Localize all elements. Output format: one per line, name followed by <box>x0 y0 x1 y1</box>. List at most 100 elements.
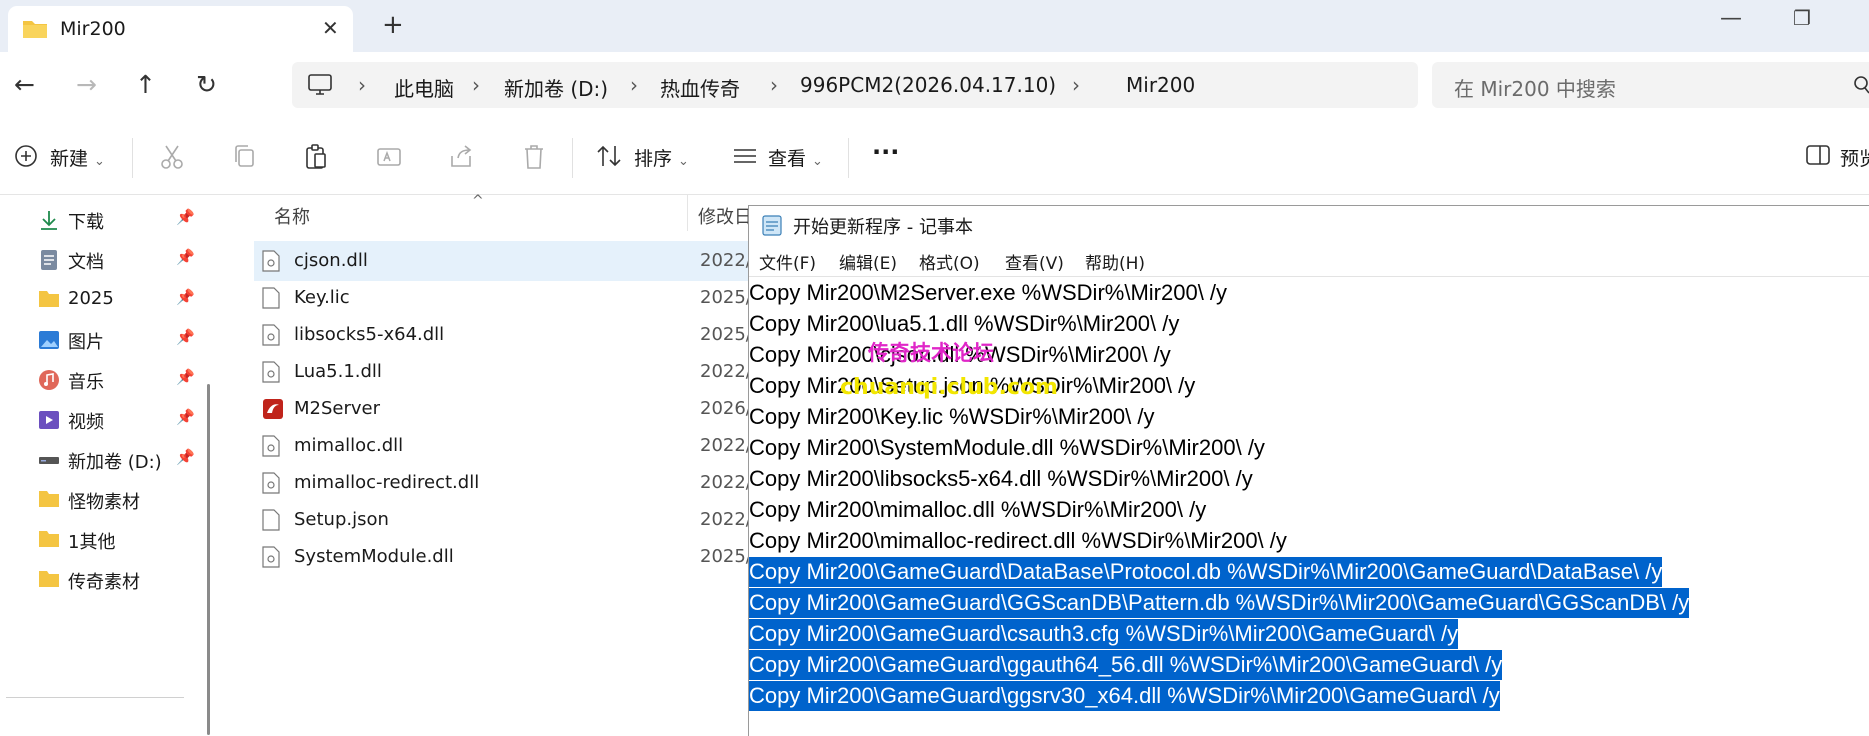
column-divider[interactable] <box>687 195 688 231</box>
notepad-title-bar[interactable]: 开始更新程序 - 记事本 <box>749 206 1869 242</box>
column-header-date[interactable]: 修改日 <box>698 203 752 229</box>
menu-edit[interactable]: 编辑(E) <box>839 249 897 274</box>
sidebar-item-label: 音乐 <box>68 372 104 393</box>
file-name: Lua5.1.dll <box>294 361 382 382</box>
text-line: Copy Mir200\mimalloc-redirect.dll %WSDir… <box>749 528 1287 553</box>
view-icon <box>732 144 758 172</box>
sidebar-item-label: 下载 <box>68 212 104 233</box>
breadcrumb-996pcm2[interactable]: 996PCM2(2026.04.17.10) <box>800 73 1056 97</box>
paste-icon[interactable] <box>304 144 328 174</box>
dll-file-icon <box>262 250 280 276</box>
minimize-button[interactable]: — <box>1720 6 1742 31</box>
dll-file-icon <box>262 546 280 572</box>
preview-button[interactable]: 预览 <box>1840 144 1869 171</box>
sidebar-item-drive-d[interactable]: 新加卷 (D:) 📌 <box>38 443 198 479</box>
sidebar-item-music[interactable]: 音乐 📌 <box>38 363 198 399</box>
address-row: ← → ↑ ↻ › 此电脑 › 新加卷 (D:) › 热血传奇 › 996PCM… <box>0 52 1869 120</box>
file-name: Setup.json <box>294 509 389 530</box>
file-row[interactable]: cjson.dll 2022/ <box>254 241 764 281</box>
sidebar-scrollbar[interactable] <box>207 384 210 735</box>
dll-file-icon <box>262 361 280 387</box>
divider <box>6 697 184 698</box>
breadcrumb-drive[interactable]: 新加卷 (D:) <box>504 73 608 102</box>
menu-view[interactable]: 查看(V) <box>1005 249 1064 274</box>
chevron-down-icon: ⌄ <box>678 154 689 169</box>
sidebar-item-downloads[interactable]: 下载 📌 <box>38 203 198 239</box>
divider <box>132 138 133 178</box>
preview-pane-icon <box>1806 144 1830 170</box>
file-row[interactable]: Setup.json 2022/ <box>254 500 764 540</box>
sidebar-item-label: 怪物素材 <box>68 492 140 513</box>
chevron-down-icon: ⌄ <box>812 154 823 169</box>
text-line: Copy Mir200\lua5.1.dll %WSDir%\Mir200\ /… <box>749 311 1180 336</box>
blank-file-icon <box>262 287 280 313</box>
sort-button[interactable]: 排序 ⌄ <box>634 144 689 171</box>
file-date: 2022/ <box>700 361 752 382</box>
refresh-button[interactable]: ↻ <box>196 70 217 99</box>
sidebar-item-pictures[interactable]: 图片 📌 <box>38 323 198 359</box>
selected-text-line: Copy Mir200\GameGuard\ggauth64_56.dll %W… <box>749 650 1503 680</box>
back-button[interactable]: ← <box>14 70 35 99</box>
rename-icon[interactable] <box>376 144 402 174</box>
file-row[interactable]: mimalloc.dll 2022/ <box>254 426 764 466</box>
selected-text-line: Copy Mir200\GameGuard\csauth3.cfg %WSDir… <box>749 619 1459 649</box>
sidebar-item-other[interactable]: 1其他 <box>38 523 198 559</box>
breadcrumb-separator: › <box>472 73 480 97</box>
sidebar-item-monster-assets[interactable]: 怪物素材 <box>38 483 198 519</box>
tab-title: Mir200 <box>60 18 126 40</box>
pin-icon: 📌 <box>176 368 195 386</box>
menu-help[interactable]: 帮助(H) <box>1085 249 1145 274</box>
command-bar: 新建 ⌄ 排序 ⌄ 查看 ⌄ ··· 预览 <box>0 120 1869 195</box>
new-tab-button[interactable]: + <box>382 10 404 40</box>
search-icon[interactable] <box>1853 74 1869 100</box>
search-input[interactable]: 在 Mir200 中搜索 <box>1432 62 1869 108</box>
breadcrumb-separator: › <box>358 73 366 97</box>
divider <box>848 138 849 178</box>
file-name: SystemModule.dll <box>294 546 454 567</box>
watermark-url: chuanqi.club.com <box>840 375 1058 400</box>
breadcrumb-separator: › <box>1072 73 1080 97</box>
chevron-down-icon: ⌄ <box>94 154 105 169</box>
file-date: 2022/ <box>700 472 752 493</box>
copy-icon[interactable] <box>232 144 256 174</box>
new-button[interactable]: 新建 ⌄ <box>50 144 105 171</box>
picture-icon <box>38 329 60 355</box>
file-row[interactable]: SystemModule.dll 2025/ <box>254 537 764 577</box>
menu-file[interactable]: 文件(F) <box>759 249 816 274</box>
breadcrumb-mir200[interactable]: Mir200 <box>1126 73 1195 97</box>
up-button[interactable]: ↑ <box>135 70 156 99</box>
sidebar-item-videos[interactable]: 视频 📌 <box>38 403 198 439</box>
maximize-button[interactable]: ❐ <box>1793 6 1811 30</box>
more-options-button[interactable]: ··· <box>872 138 899 166</box>
explorer-tab[interactable]: Mir200 ✕ <box>8 6 353 52</box>
file-row[interactable]: Key.lic 2025/ <box>254 278 764 318</box>
notepad-icon <box>761 214 783 240</box>
close-tab-icon[interactable]: ✕ <box>322 16 339 40</box>
plus-circle-icon <box>14 144 38 172</box>
address-bar[interactable]: › 此电脑 › 新加卷 (D:) › 热血传奇 › 996PCM2(2026.0… <box>292 62 1418 108</box>
column-header-name[interactable]: 名称 <box>274 203 310 229</box>
search-placeholder: 在 Mir200 中搜索 <box>1454 77 1616 101</box>
breadcrumb-legend[interactable]: 热血传奇 <box>660 73 740 102</box>
share-icon[interactable] <box>448 144 474 174</box>
file-row[interactable]: libsocks5-x64.dll 2025/ <box>254 315 764 355</box>
file-name: libsocks5-x64.dll <box>294 324 445 345</box>
sidebar-item-legend-assets[interactable]: 传奇素材 <box>38 563 198 599</box>
sidebar-item-documents[interactable]: 文档 📌 <box>38 243 198 279</box>
menu-format[interactable]: 格式(O) <box>919 249 980 274</box>
forward-button[interactable]: → <box>76 70 97 99</box>
view-button[interactable]: 查看 ⌄ <box>768 144 823 171</box>
file-row[interactable]: mimalloc-redirect.dll 2022/ <box>254 463 764 503</box>
file-row[interactable]: M2Server 2026/ <box>254 389 764 429</box>
file-row[interactable]: Lua5.1.dll 2022/ <box>254 352 764 392</box>
file-name: mimalloc-redirect.dll <box>294 472 480 493</box>
drive-icon <box>38 449 60 475</box>
file-date: 2025/ <box>700 287 752 308</box>
cut-icon[interactable] <box>160 144 184 174</box>
sidebar-item-2025[interactable]: 2025 📌 <box>38 283 198 319</box>
divider <box>572 138 573 178</box>
pin-icon: 📌 <box>176 448 195 466</box>
notepad-menu-bar: 文件(F) 编辑(E) 格式(O) 查看(V) 帮助(H) <box>749 242 1869 277</box>
delete-icon[interactable] <box>522 144 546 174</box>
breadcrumb-this-pc[interactable]: 此电脑 <box>394 73 454 102</box>
